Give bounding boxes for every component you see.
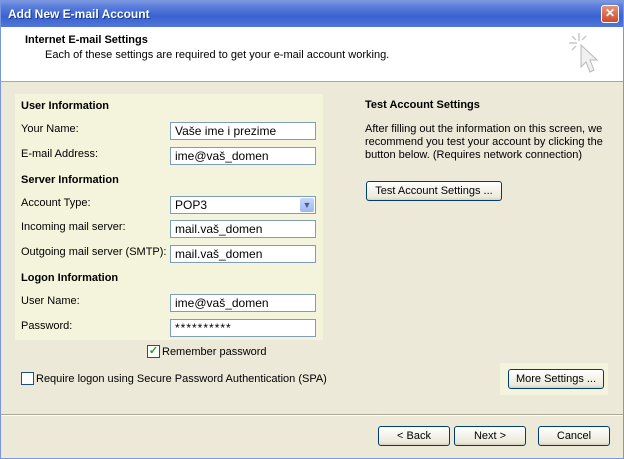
page-subtitle: Each of these settings are required to g… [45, 49, 390, 61]
password-field[interactable]: ********** [170, 319, 316, 337]
email-address-label: E-mail Address: [21, 148, 99, 160]
more-settings-button[interactable]: More Settings ... [508, 369, 604, 389]
next-button[interactable]: Next > [454, 426, 526, 446]
account-type-label: Account Type: [21, 197, 91, 209]
close-icon: ✕ [604, 6, 616, 20]
user-name-label: User Name: [21, 295, 80, 307]
incoming-server-label: Incoming mail server: [21, 221, 126, 233]
footer-divider [1, 414, 623, 416]
chevron-down-icon[interactable]: ▼ [300, 198, 314, 212]
your-name-label: Your Name: [21, 123, 79, 135]
checkmark-icon: ✓ [148, 345, 159, 357]
header-banner: Internet E-mail Settings Each of these s… [1, 27, 623, 82]
page-title: Internet E-mail Settings [25, 34, 148, 46]
cancel-button[interactable]: Cancel [538, 426, 610, 446]
incoming-server-field[interactable]: mail.vaš_domen [170, 220, 316, 238]
back-button[interactable]: < Back [378, 426, 450, 446]
your-name-field[interactable]: Vaše ime i prezime [170, 122, 316, 140]
outgoing-server-field[interactable]: mail.vaš_domen [170, 245, 316, 263]
window-title: Add New E-mail Account [8, 7, 150, 21]
account-type-select[interactable]: POP3 ▼ [170, 196, 316, 214]
test-account-description: After filling out the information on thi… [365, 123, 603, 161]
password-label: Password: [21, 320, 73, 332]
title-bar[interactable]: Add New E-mail Account ✕ [1, 1, 623, 27]
server-information-heading: Server Information [21, 174, 119, 186]
email-address-field[interactable]: ime@vaš_domen [170, 147, 316, 165]
setup-wand-icon [569, 33, 599, 73]
test-account-settings-button[interactable]: Test Account Settings ... [366, 181, 502, 201]
user-information-heading: User Information [21, 100, 110, 112]
remember-password-label: Remember password [162, 346, 267, 358]
close-button[interactable]: ✕ [601, 5, 619, 23]
add-email-account-dialog: Add New E-mail Account ✕ Internet E-mail… [0, 0, 624, 459]
test-account-heading: Test Account Settings [365, 99, 480, 111]
remember-password-checkbox[interactable]: ✓ [147, 345, 160, 358]
user-name-field[interactable]: ime@vaš_domen [170, 294, 316, 312]
logon-information-heading: Logon Information [21, 272, 119, 284]
spa-checkbox[interactable] [21, 372, 34, 385]
spa-label: Require logon using Secure Password Auth… [36, 373, 327, 385]
account-settings-panel: User Information Your Name: Vaše ime i p… [15, 94, 323, 340]
more-settings-highlight: More Settings ... [500, 363, 608, 395]
account-type-value: POP3 [175, 198, 208, 212]
outgoing-server-label: Outgoing mail server (SMTP): [21, 246, 167, 258]
